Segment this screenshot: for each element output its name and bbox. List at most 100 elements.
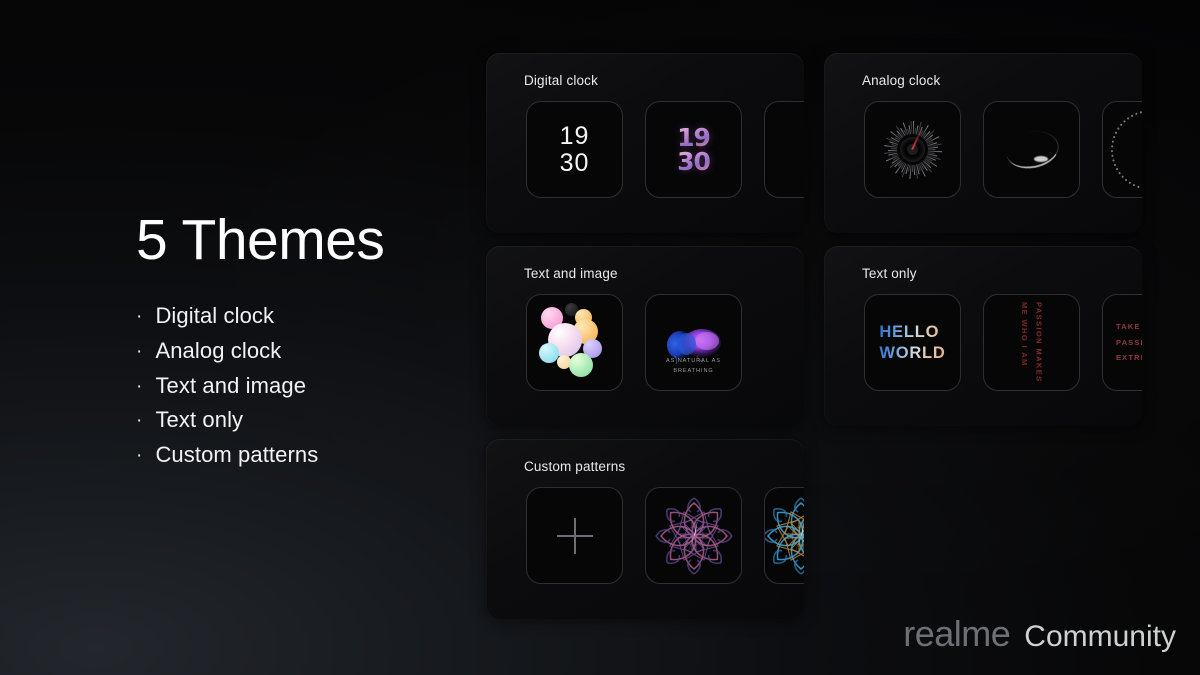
left-text-column: 5 Themes · Digital clock · Analog clock …: [136, 212, 466, 473]
list-item: · Text and image: [136, 369, 466, 404]
tile-row: HELLO WORLD ME WHO I AM PASSION MAKES TA…: [864, 294, 1142, 391]
tile-plain-digital-clock[interactable]: 19 30: [526, 101, 623, 198]
ring-dot: [1122, 119, 1126, 123]
page-title: 5 Themes: [136, 208, 385, 272]
list-item-label: Digital clock: [155, 303, 275, 328]
ring-dot: [1110, 144, 1113, 147]
community-label: Community: [1024, 620, 1176, 653]
time-minutes: 30: [677, 146, 711, 176]
tile-vertical-passion-text[interactable]: ME WHO I AM PASSION MAKES: [983, 294, 1080, 391]
dotted-ring-clock-icon: [1108, 107, 1142, 193]
ring-dot: [1110, 149, 1113, 152]
tile-row: [526, 487, 804, 584]
hello-line-2: WORLD: [879, 343, 946, 362]
card-digital-clock[interactable]: Digital clock 19 30 19 30: [486, 53, 804, 233]
list-item-label: Text only: [155, 407, 244, 433]
ring-dot: [1130, 114, 1133, 117]
card-title: Text only: [862, 266, 917, 281]
list-item: · Text only: [136, 403, 466, 438]
time-hours: 19: [559, 121, 590, 150]
tile-blue-orange-mandala-pattern-partial[interactable]: [764, 487, 804, 584]
ring-dot: [1134, 112, 1137, 115]
take-line-2: PASSI: [1116, 337, 1142, 347]
bullet-dot-icon: ·: [136, 445, 143, 466]
ring-dot: [1114, 131, 1117, 134]
tile-row: [864, 101, 1142, 198]
hello-line-1: HELLO: [879, 323, 940, 342]
crescent-clock-icon: [1004, 130, 1060, 170]
footer-branding: realme Community: [903, 613, 1176, 655]
caption-line-1: AS NATURAL AS: [666, 358, 721, 365]
tile-purple-mandala-pattern[interactable]: [645, 487, 742, 584]
bullet-dot-icon: ·: [136, 340, 143, 362]
caption-line-2: BREATHING: [673, 368, 714, 375]
tile-dotted-ring-dial-partial[interactable]: [1102, 101, 1142, 198]
list-item: · Analog clock: [136, 334, 466, 369]
image-caption: AS NATURAL AS BREATHING: [646, 357, 741, 377]
vertical-text-column-1: PASSION MAKES: [1034, 301, 1044, 383]
ring-dot: [1132, 183, 1135, 186]
card-analog-clock[interactable]: Analog clock: [824, 53, 1142, 233]
tile-crescent-dial[interactable]: [983, 101, 1080, 198]
blue-orange-mandala-graphic: [765, 494, 804, 578]
tile-radial-burst-dial[interactable]: [864, 101, 961, 198]
ring-dot: [1119, 123, 1122, 126]
ring-dot: [1120, 175, 1124, 178]
theme-list: · Digital clock · Analog clock · Text an…: [136, 299, 466, 473]
bullet-dot-icon: ·: [136, 306, 143, 327]
ring-dot: [1116, 126, 1119, 130]
ring-dot: [1136, 185, 1140, 188]
tile-3d-gradient-digital-clock[interactable]: 19 30: [645, 101, 742, 198]
card-title: Custom patterns: [524, 459, 626, 474]
purple-mandala-graphic: [652, 494, 736, 578]
tile-row: 19 30 19 30: [526, 101, 804, 198]
list-item-label: Text and image: [155, 372, 307, 398]
ring-dot: [1117, 171, 1121, 175]
ring-dot: [1115, 167, 1118, 171]
tile-pastel-bubbles-image[interactable]: [526, 294, 623, 391]
vertical-text-column-2: ME WHO I AM: [1020, 301, 1029, 367]
bullet-dot-icon: ·: [136, 410, 143, 432]
card-title: Text and image: [524, 266, 618, 281]
ring-dot: [1139, 110, 1142, 113]
mandala-svg: [765, 496, 804, 575]
card-text-and-image[interactable]: Text and image AS NATURAL AS BREATHING: [486, 246, 804, 426]
list-item-label: Analog clock: [155, 337, 282, 363]
card-text-only[interactable]: Text only HELLO WORLD ME WHO I AM PASSIO…: [824, 246, 1142, 426]
bullet-dot-icon: ·: [136, 375, 143, 397]
ring-dot: [1111, 158, 1114, 162]
ring-dot: [1110, 154, 1113, 157]
vertical-text-block: ME WHO I AM PASSION MAKES: [1020, 301, 1044, 384]
tile-hello-world-text[interactable]: HELLO WORLD: [864, 294, 961, 391]
ring-dot: [1112, 135, 1115, 138]
slide-background: 5 Themes · Digital clock · Analog clock …: [0, 0, 1200, 675]
take-passion-text: TAKE PASSI EXTRE: [1116, 319, 1142, 366]
list-item: · Custom patterns: [136, 438, 466, 473]
hello-world-text: HELLO WORLD: [879, 322, 945, 362]
list-item-label: Custom patterns: [155, 442, 319, 467]
ring-dot: [1111, 140, 1114, 143]
take-line-1: TAKE: [1116, 322, 1141, 332]
ring-dot: [1126, 116, 1129, 120]
ring-dot: [1128, 181, 1131, 184]
digital-time-readout: 19 30: [559, 121, 590, 177]
card-title: Digital clock: [524, 73, 598, 88]
tile-take-passion-text-partial[interactable]: TAKE PASSI EXTRE: [1102, 294, 1142, 391]
tile-add-custom-pattern[interactable]: [526, 487, 623, 584]
card-custom-patterns[interactable]: Custom patterns: [486, 439, 804, 619]
time-hours: 19: [677, 123, 711, 152]
take-line-3: EXTRE: [1116, 353, 1142, 363]
tile-row: AS NATURAL AS BREATHING: [526, 294, 742, 391]
ring-dot: [1124, 178, 1127, 181]
mandala-svg: [654, 496, 733, 575]
time-minutes: 30: [559, 148, 590, 177]
ring-dot: [1113, 163, 1116, 166]
list-item: · Digital clock: [136, 299, 466, 334]
radial-burst-clock-icon: [882, 119, 944, 181]
plus-icon[interactable]: [556, 517, 593, 554]
digital-time-readout-3d: 19 30: [677, 123, 711, 176]
tile-third-digital-clock-partial[interactable]: [764, 101, 804, 198]
pastel-bubbles-graphic: [535, 302, 615, 383]
realme-logo: realme: [903, 613, 1011, 654]
tile-jellyfish-image-with-caption[interactable]: AS NATURAL AS BREATHING: [645, 294, 742, 391]
